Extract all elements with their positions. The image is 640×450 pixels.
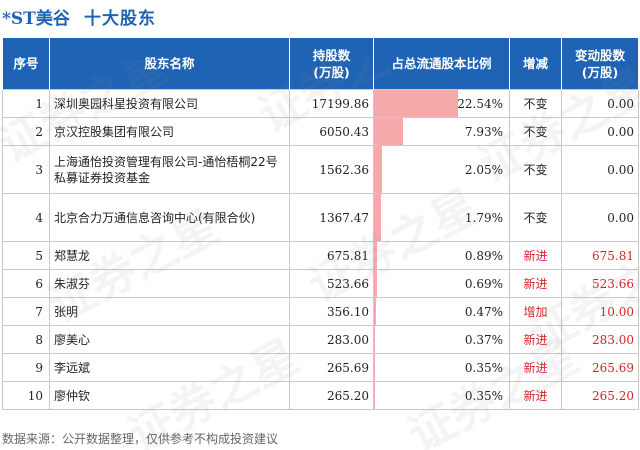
- row-holder-name: 李远斌: [49, 353, 290, 382]
- row-change: 不变: [509, 89, 562, 118]
- row-ratio: 0.35%: [464, 360, 503, 375]
- row-shares: 17199.86: [289, 89, 374, 118]
- row-rank: 9: [2, 353, 50, 382]
- stock-name: *ST美谷: [2, 9, 70, 29]
- row-ratio: 1.79%: [464, 210, 503, 225]
- page-title: 十大股东: [84, 9, 156, 29]
- row-delta: 0.00: [561, 117, 639, 146]
- row-ratio-cell: 1.79%: [373, 193, 510, 242]
- top-ten-holders-table: 序号 股东名称 持股数 (万股) 占总流通股本比例 增减 变动股数 (万股) 1…: [2, 38, 639, 410]
- row-holder-name: 张明: [49, 297, 290, 326]
- row-ratio: 0.37%: [464, 332, 503, 347]
- row-ratio: 0.35%: [464, 388, 503, 403]
- row-change: 新进: [509, 269, 562, 298]
- row-holder-name: 北京合力万通信息咨询中心(有限合伙): [49, 193, 290, 242]
- table-row: 5 郑慧龙 675.81 0.89% 新进 675.81: [2, 241, 639, 270]
- row-holder-name: 深圳奥园科星投资有限公司: [49, 89, 290, 118]
- row-rank: 8: [2, 325, 50, 354]
- row-change: 新进: [509, 325, 562, 354]
- row-ratio: 0.89%: [464, 248, 503, 263]
- table-row: 9 李远斌 265.69 0.35% 新进 265.69: [2, 353, 639, 382]
- row-delta: 675.81: [561, 241, 639, 270]
- row-change: 不变: [509, 117, 562, 146]
- title-bar: *ST美谷 十大股东: [0, 0, 640, 32]
- row-change: 不变: [509, 145, 562, 194]
- row-ratio: 0.47%: [464, 304, 503, 319]
- table-row: 6 朱淑芬 523.66 0.69% 新进 523.66: [2, 269, 639, 298]
- table-row: 8 廖美心 283.00 0.37% 新进 283.00: [2, 325, 639, 354]
- row-ratio-cell: 0.69%: [373, 269, 510, 298]
- row-delta: 10.00: [561, 297, 639, 326]
- row-shares: 6050.43: [289, 117, 374, 146]
- row-ratio-cell: 0.47%: [373, 297, 510, 326]
- row-ratio-cell: 22.54%: [373, 89, 510, 118]
- row-rank: 3: [2, 145, 50, 194]
- row-shares: 356.10: [289, 297, 374, 326]
- row-holder-name: 廖仲钦: [49, 381, 290, 410]
- table-row: 4 北京合力万通信息咨询中心(有限合伙) 1367.47 1.79% 不变 0.00: [2, 193, 639, 242]
- row-rank: 2: [2, 117, 50, 146]
- row-shares: 1562.36: [289, 145, 374, 194]
- row-holder-name: 廖美心: [49, 325, 290, 354]
- row-ratio-cell: 0.35%: [373, 353, 510, 382]
- row-holder-name: 京汉控股集团有限公司: [49, 117, 290, 146]
- row-shares: 265.20: [289, 381, 374, 410]
- row-delta: 265.20: [561, 381, 639, 410]
- header-change: 增减: [509, 38, 562, 90]
- row-ratio-cell: 0.35%: [373, 381, 510, 410]
- header-delta: 变动股数 (万股): [561, 38, 639, 90]
- row-shares: 283.00: [289, 325, 374, 354]
- row-delta: 0.00: [561, 193, 639, 242]
- table-row: 3 上海通怡投资管理有限公司-通怡梧桐22号私募证券投资基金 1562.36 2.05…: [2, 145, 639, 194]
- row-change: 新进: [509, 353, 562, 382]
- row-ratio-cell: 7.93%: [373, 117, 510, 146]
- row-rank: 10: [2, 381, 50, 410]
- table-row: 10 廖仲钦 265.20 0.35% 新进 265.20: [2, 381, 639, 410]
- row-ratio-cell: 0.89%: [373, 241, 510, 270]
- header-name: 股东名称: [49, 38, 290, 90]
- table-header-row: 序号 股东名称 持股数 (万股) 占总流通股本比例 增减 变动股数 (万股): [2, 38, 639, 90]
- row-shares: 523.66: [289, 269, 374, 298]
- row-rank: 1: [2, 89, 50, 118]
- row-holder-name: 朱淑芬: [49, 269, 290, 298]
- row-change: 不变: [509, 193, 562, 242]
- row-ratio: 0.69%: [464, 276, 503, 291]
- row-ratio: 7.93%: [464, 124, 503, 139]
- row-ratio-cell: 0.37%: [373, 325, 510, 354]
- row-change: 新进: [509, 381, 562, 410]
- row-shares: 675.81: [289, 241, 374, 270]
- row-change: 新进: [509, 241, 562, 270]
- row-rank: 4: [2, 193, 50, 242]
- row-ratio: 22.54%: [457, 96, 503, 111]
- row-shares: 1367.47: [289, 193, 374, 242]
- row-rank: 5: [2, 241, 50, 270]
- table-row: 1 深圳奥园科星投资有限公司 17199.86 22.54% 不变 0.00: [2, 89, 639, 118]
- row-delta: 265.69: [561, 353, 639, 382]
- table-row: 7 张明 356.10 0.47% 增加 10.00: [2, 297, 639, 326]
- row-delta: 0.00: [561, 89, 639, 118]
- header-ratio: 占总流通股本比例: [373, 38, 510, 90]
- row-rank: 6: [2, 269, 50, 298]
- row-shares: 265.69: [289, 353, 374, 382]
- row-change: 增加: [509, 297, 562, 326]
- row-delta: 283.00: [561, 325, 639, 354]
- header-shares: 持股数 (万股): [289, 38, 374, 90]
- row-holder-name: 郑慧龙: [49, 241, 290, 270]
- row-rank: 7: [2, 297, 50, 326]
- data-source-note: 数据来源：公开数据整理，仅供参考不构成投资建议: [2, 432, 279, 446]
- row-delta: 523.66: [561, 269, 639, 298]
- row-holder-name: 上海通怡投资管理有限公司-通怡梧桐22号私募证券投资基金: [49, 145, 290, 194]
- header-rank: 序号: [2, 38, 50, 90]
- row-delta: 0.00: [561, 145, 639, 194]
- table-row: 2 京汉控股集团有限公司 6050.43 7.93% 不变 0.00: [2, 117, 639, 146]
- row-ratio-cell: 2.05%: [373, 145, 510, 194]
- row-ratio: 2.05%: [464, 162, 503, 177]
